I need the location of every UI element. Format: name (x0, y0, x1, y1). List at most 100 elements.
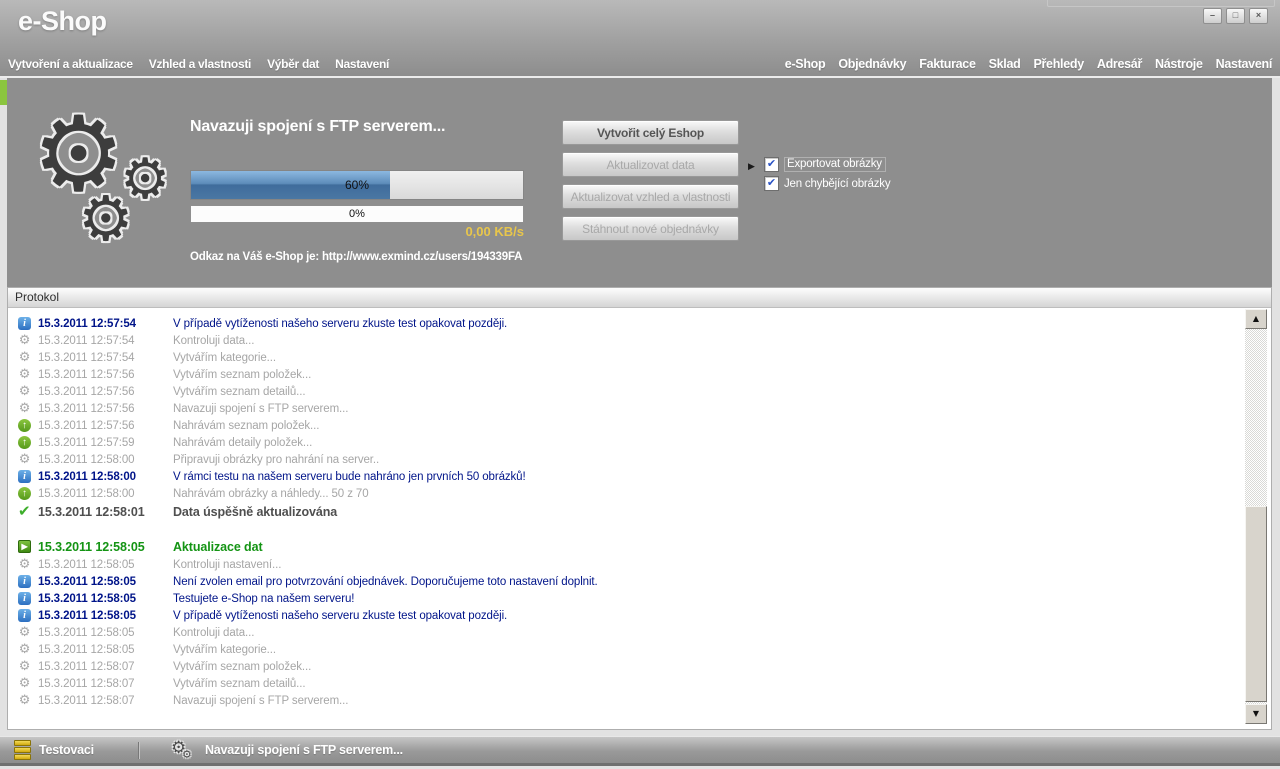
log-message: Data úspěšně aktualizována (173, 504, 338, 519)
log-timestamp: 15.3.2011 12:57:54 (38, 351, 135, 364)
gear-icon: ⚙ (181, 748, 192, 761)
checkbox-jen-chyb-j-c-obr-zky[interactable]: ✔ (764, 176, 779, 191)
protocol-header: Protokol (8, 288, 1271, 308)
log-entry: ⚙ 15.3.2011 12:58:05 Kontroluji data... (8, 624, 1239, 641)
scrollbar[interactable]: ▲ ▼ (1245, 309, 1267, 724)
info-icon: i (18, 317, 31, 330)
log-spacer (8, 521, 1239, 537)
gear-icon: ⚙ (18, 676, 31, 691)
shop-link-line: Odkaz na Váš e-Shop je: http://www.exmin… (190, 251, 523, 263)
log-timestamp: 15.3.2011 12:58:00 (38, 453, 135, 466)
scroll-up-icon[interactable]: ▲ (1245, 309, 1267, 329)
log-message: Vytvářím seznam detailů... (173, 385, 306, 398)
log-timestamp: 15.3.2011 12:58:05 (38, 609, 136, 622)
log-timestamp: 15.3.2011 12:58:05 (38, 643, 135, 656)
button-aktualizovat-vzhled-a-vlastnosti[interactable]: Aktualizovat vzhled a vlastnosti (562, 184, 739, 209)
gear-icon: ⚙ (18, 384, 31, 399)
menu-item-fakturace[interactable]: Fakturace (919, 57, 976, 71)
menu-item-n-stroje[interactable]: Nástroje (1155, 57, 1203, 71)
log-entry: ⚙ 15.3.2011 12:58:00 Připravuji obrázky pr… (8, 451, 1239, 468)
gear-icon: ⚙ (18, 452, 31, 467)
maximize-button[interactable]: □ (1226, 8, 1245, 24)
info-icon: i (18, 575, 31, 588)
window-header: e-Shop – □ × Vytvoření a aktualizace Vzhled… (0, 0, 1280, 78)
log-entry: ↑ 15.3.2011 12:58:00 Nahrávám obrázky a ná… (8, 485, 1239, 502)
log-timestamp: 15.3.2011 12:57:56 (38, 402, 135, 415)
menu-item-vytvo-en-a-aktualizace[interactable]: Vytvoření a aktualizace (8, 57, 133, 71)
submenu-arrow-icon: ▶ (748, 161, 755, 171)
log-timestamp: 15.3.2011 12:58:07 (38, 694, 135, 707)
gear-icon: ⚙ (18, 625, 31, 640)
log-timestamp: 15.3.2011 12:58:01 (38, 504, 145, 519)
menu-item-p-ehledy[interactable]: Přehledy (1033, 57, 1084, 71)
menu-item-v-b-r-dat[interactable]: Výběr dat (267, 57, 319, 71)
button-vytvo-it-cel-eshop[interactable]: Vytvořit celý Eshop (562, 120, 739, 145)
gears-logo: ⚙ ⚙ ⚙ (32, 102, 192, 258)
status-bar: Testovaci ⚙ ⚙ Navazuji spojení s FTP ser… (0, 736, 1280, 763)
info-icon: i (18, 470, 31, 483)
log-message: V rámci testu na našem serveru bude nahr… (173, 470, 526, 483)
log-message: Vytvářím seznam položek... (173, 660, 312, 673)
log-timestamp: 15.3.2011 12:58:05 (38, 539, 145, 554)
log-timestamp: 15.3.2011 12:58:05 (38, 558, 135, 571)
statusbar-divider (137, 741, 139, 759)
gear-icon: ⚙ (18, 367, 31, 382)
log-message: Vytvářím seznam detailů... (173, 677, 306, 690)
eshop-window: e-Shop – □ × Vytvoření a aktualizace Vzhled… (0, 0, 1280, 769)
header-edge-highlight (1047, 0, 1275, 7)
app-title: e-Shop (18, 6, 107, 36)
menu-item-e-shop[interactable]: e-Shop (785, 57, 826, 71)
gear-icon: ⚙ (18, 693, 31, 708)
log-entry: ⚙ 15.3.2011 12:58:05 Vytvářím kategorie... (8, 641, 1239, 658)
log-message: Připravuji obrázky pro nahrání na server… (173, 453, 380, 466)
info-icon: i (18, 592, 31, 605)
gear-icon: ⚙ (18, 333, 31, 348)
button-st-hnout-nov-objedn-vky[interactable]: Stáhnout nové objednávky (562, 216, 739, 241)
bottom-edge (0, 763, 1280, 766)
menu-item-nastaven[interactable]: Nastavení (335, 57, 389, 71)
menu-right: e-Shop Objednávky Fakturace Sklad Přehledy Ad… (785, 57, 1273, 71)
log-entry: ⚙ 15.3.2011 12:58:07 Navazuji spojení s FT… (8, 692, 1239, 709)
log-timestamp: 15.3.2011 12:57:56 (38, 368, 135, 381)
log-message: V případě vytíženosti našeho serveru zku… (173, 317, 508, 330)
menu-left: Vytvoření a aktualizace Vzhled a vlastnos… (8, 57, 389, 71)
checkbox-exportovat-obr-zky[interactable]: ✔ (764, 157, 779, 172)
log-message: Nahrávám detaily položek... (173, 436, 313, 449)
checkbox-label: Jen chybějící obrázky (784, 177, 891, 190)
log-message: Navazuji spojení s FTP serverem... (173, 694, 349, 707)
menubar: Vytvoření a aktualizace Vzhled a vlastnos… (8, 57, 1272, 71)
close-button[interactable]: × (1249, 8, 1268, 24)
window-controls: – □ × (1203, 8, 1268, 24)
gear-icon: ⚙ (78, 182, 134, 255)
upload-icon: ↑ (18, 436, 31, 449)
protocol-log: i 15.3.2011 12:57:54 V případě vytíženosti… (8, 308, 1239, 727)
log-timestamp: 15.3.2011 12:58:00 (38, 470, 136, 483)
menu-item-nastaven[interactable]: Nastavení (1216, 57, 1273, 71)
menu-item-sklad[interactable]: Sklad (989, 57, 1021, 71)
gear-icon: ⚙ (18, 642, 31, 657)
log-message: Aktualizace dat (173, 539, 263, 554)
log-message: V případě vytíženosti našeho serveru zku… (173, 609, 508, 622)
checkbox-label: Exportovat obrázky (784, 157, 886, 172)
transfer-speed: 0,00 KB/s (465, 224, 524, 239)
menu-item-objedn-vky[interactable]: Objednávky (838, 57, 906, 71)
scroll-down-icon[interactable]: ▼ (1245, 704, 1267, 724)
statusbar-gears-icon: ⚙ ⚙ (171, 739, 197, 761)
log-message: Vytvářím kategorie... (173, 351, 276, 364)
log-entry: ✔ 15.3.2011 12:58:01 Data úspěšně aktualiz… (8, 502, 1239, 521)
log-entry: i 15.3.2011 12:57:54 V případě vytíženosti… (8, 315, 1239, 332)
log-entry: ⚙ 15.3.2011 12:57:54 Kontroluji data... (8, 332, 1239, 349)
log-entry: ↑ 15.3.2011 12:57:59 Nahrávám detaily polo… (8, 434, 1239, 451)
log-message: Kontroluji data... (173, 334, 255, 347)
log-message: Nahrávám obrázky a náhledy... 50 z 70 (173, 487, 369, 500)
menu-item-vzhled-a-vlastnosti[interactable]: Vzhled a vlastnosti (149, 57, 252, 71)
profile-stack-icon (14, 739, 31, 761)
main-panel: ⚙ ⚙ ⚙ Navazuji spojení s FTP serverem...… (7, 78, 1272, 287)
log-entry: ⚙ 15.3.2011 12:57:56 Vytvářím seznam detai… (8, 383, 1239, 400)
minimize-button[interactable]: – (1203, 8, 1222, 24)
button-aktualizovat-data[interactable]: Aktualizovat data (562, 152, 739, 177)
menu-item-adres[interactable]: Adresář (1097, 57, 1142, 71)
log-entry: i 15.3.2011 12:58:05 Není zvolen email pro… (8, 573, 1239, 590)
upload-icon: ↑ (18, 487, 31, 500)
scrollbar-thumb[interactable] (1245, 506, 1267, 702)
